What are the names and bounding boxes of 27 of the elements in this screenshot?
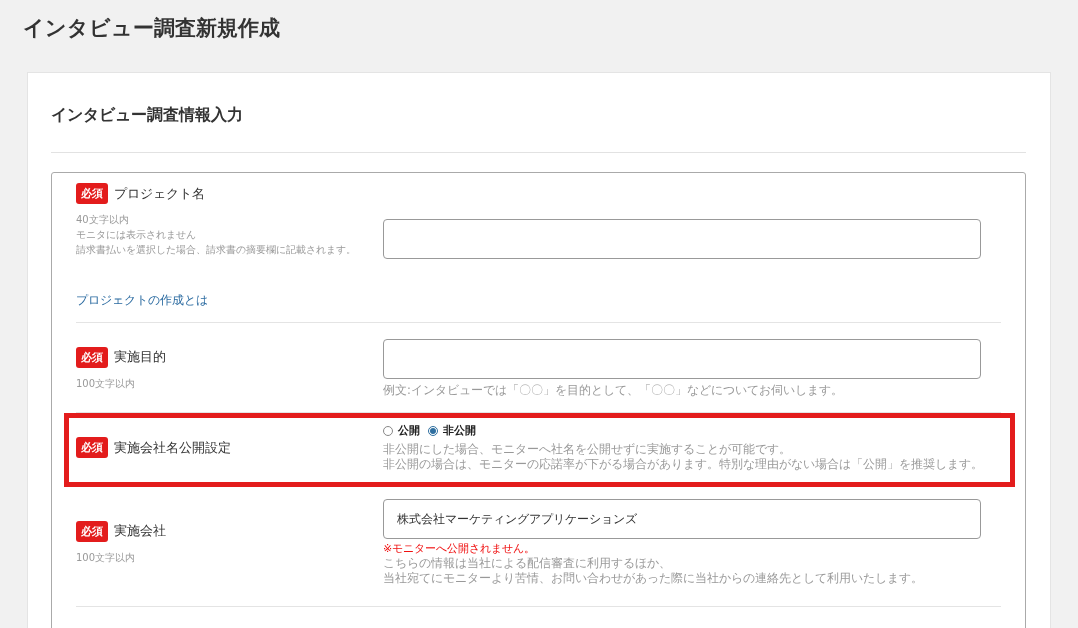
field-label: 実施会社名公開設定: [114, 438, 231, 457]
radio-option[interactable]: 公開: [383, 423, 420, 438]
text-input[interactable]: 株式会社マーケティングアプリケーションズ: [383, 499, 981, 539]
page-title: インタビュー調査新規作成: [23, 15, 281, 42]
field-note: モニタには表示されません: [76, 228, 197, 242]
required-badge: 必須: [76, 183, 108, 204]
field-label: プロジェクト名: [114, 184, 205, 203]
help-text: 非公開の場合は、モニターの応諾率が下がる場合があります。特別な理由がない場合は「公開」を推奨します。: [383, 457, 984, 472]
field-label: 実施会社: [114, 522, 166, 540]
help-text: こちらの情報は当社による配信審査に利用するほか、: [383, 556, 672, 571]
field-label: 実施目的: [114, 348, 166, 366]
field-note: 100文字以内: [76, 550, 137, 565]
required-badge: 必須: [76, 520, 108, 542]
text-input[interactable]: [383, 339, 981, 379]
help-link[interactable]: プロジェクトの作成とは: [76, 293, 383, 308]
section-title: インタビュー調査情報入力: [51, 105, 1026, 153]
help-text: 例文:インタビューでは「〇〇」を目的として、「〇〇」などについてお伺いします。: [383, 383, 844, 398]
text-input[interactable]: [383, 219, 981, 259]
warning-text: ※モニターへ公開されません。: [383, 541, 537, 556]
help-text: 非公開にした場合、モニターへ社名を公開せずに実施することが可能です。: [383, 442, 792, 457]
field-note: 請求書払いを選択した場合、請求書の摘要欄に記載されます。: [76, 243, 357, 257]
field-note: 100文字以内: [76, 376, 137, 391]
help-text: 当社宛てにモニターより苦情、お問い合わせがあった際に当社からの連絡先として利用いたします。: [383, 571, 924, 586]
field-note: 40文字以内: [76, 213, 130, 227]
required-badge: 必須: [76, 437, 108, 458]
radio-option[interactable]: 非公開: [428, 423, 476, 438]
required-badge: 必須: [76, 346, 108, 368]
